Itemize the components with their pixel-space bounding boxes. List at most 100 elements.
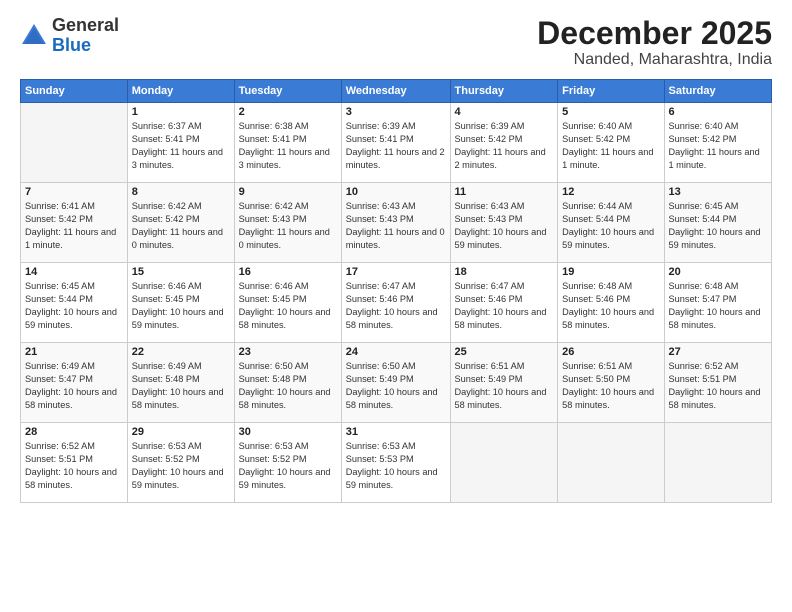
day-number: 3 (346, 106, 446, 118)
day-detail: Sunrise: 6:51 AMSunset: 5:50 PMDaylight:… (562, 360, 659, 412)
calendar-cell: 14 Sunrise: 6:45 AMSunset: 5:44 PMDaylig… (21, 263, 128, 343)
day-number: 5 (562, 106, 659, 118)
day-number: 28 (25, 426, 123, 438)
calendar-cell: 1 Sunrise: 6:37 AMSunset: 5:41 PMDayligh… (127, 103, 234, 183)
calendar-page: General Blue December 2025 Nanded, Mahar… (0, 0, 792, 612)
day-number: 18 (455, 266, 554, 278)
calendar-cell: 20 Sunrise: 6:48 AMSunset: 5:47 PMDaylig… (664, 263, 772, 343)
day-number: 21 (25, 346, 123, 358)
location-title: Nanded, Maharashtra, India (537, 51, 772, 69)
calendar-cell: 11 Sunrise: 6:43 AMSunset: 5:43 PMDaylig… (450, 183, 558, 263)
day-detail: Sunrise: 6:52 AMSunset: 5:51 PMDaylight:… (25, 440, 123, 492)
logo: General Blue (20, 16, 119, 56)
calendar-cell: 18 Sunrise: 6:47 AMSunset: 5:46 PMDaylig… (450, 263, 558, 343)
day-detail: Sunrise: 6:42 AMSunset: 5:42 PMDaylight:… (132, 200, 230, 252)
calendar-cell: 25 Sunrise: 6:51 AMSunset: 5:49 PMDaylig… (450, 343, 558, 423)
day-number: 14 (25, 266, 123, 278)
day-number: 17 (346, 266, 446, 278)
day-number: 27 (669, 346, 768, 358)
calendar-cell: 10 Sunrise: 6:43 AMSunset: 5:43 PMDaylig… (341, 183, 450, 263)
header-saturday: Saturday (664, 80, 772, 103)
calendar-cell: 7 Sunrise: 6:41 AMSunset: 5:42 PMDayligh… (21, 183, 128, 263)
calendar-week-1: 7 Sunrise: 6:41 AMSunset: 5:42 PMDayligh… (21, 183, 772, 263)
day-detail: Sunrise: 6:40 AMSunset: 5:42 PMDaylight:… (669, 120, 768, 172)
calendar-cell (21, 103, 128, 183)
calendar-cell (664, 423, 772, 503)
day-detail: Sunrise: 6:47 AMSunset: 5:46 PMDaylight:… (346, 280, 446, 332)
day-number: 19 (562, 266, 659, 278)
day-detail: Sunrise: 6:53 AMSunset: 5:53 PMDaylight:… (346, 440, 446, 492)
calendar-cell: 19 Sunrise: 6:48 AMSunset: 5:46 PMDaylig… (558, 263, 664, 343)
header: General Blue December 2025 Nanded, Mahar… (20, 16, 772, 69)
calendar-cell: 21 Sunrise: 6:49 AMSunset: 5:47 PMDaylig… (21, 343, 128, 423)
day-detail: Sunrise: 6:46 AMSunset: 5:45 PMDaylight:… (239, 280, 337, 332)
day-detail: Sunrise: 6:44 AMSunset: 5:44 PMDaylight:… (562, 200, 659, 252)
logo-blue-text: Blue (52, 35, 91, 55)
calendar-cell: 26 Sunrise: 6:51 AMSunset: 5:50 PMDaylig… (558, 343, 664, 423)
calendar-cell: 23 Sunrise: 6:50 AMSunset: 5:48 PMDaylig… (234, 343, 341, 423)
day-number: 11 (455, 186, 554, 198)
day-detail: Sunrise: 6:43 AMSunset: 5:43 PMDaylight:… (346, 200, 446, 252)
month-title: December 2025 (537, 16, 772, 51)
day-detail: Sunrise: 6:53 AMSunset: 5:52 PMDaylight:… (132, 440, 230, 492)
calendar-cell: 15 Sunrise: 6:46 AMSunset: 5:45 PMDaylig… (127, 263, 234, 343)
day-detail: Sunrise: 6:43 AMSunset: 5:43 PMDaylight:… (455, 200, 554, 252)
header-tuesday: Tuesday (234, 80, 341, 103)
calendar-cell: 22 Sunrise: 6:49 AMSunset: 5:48 PMDaylig… (127, 343, 234, 423)
title-block: December 2025 Nanded, Maharashtra, India (537, 16, 772, 69)
day-detail: Sunrise: 6:49 AMSunset: 5:47 PMDaylight:… (25, 360, 123, 412)
day-number: 4 (455, 106, 554, 118)
day-detail: Sunrise: 6:39 AMSunset: 5:41 PMDaylight:… (346, 120, 446, 172)
day-detail: Sunrise: 6:52 AMSunset: 5:51 PMDaylight:… (669, 360, 768, 412)
day-detail: Sunrise: 6:37 AMSunset: 5:41 PMDaylight:… (132, 120, 230, 172)
logo-general-text: General (52, 15, 119, 35)
header-friday: Friday (558, 80, 664, 103)
day-number: 22 (132, 346, 230, 358)
day-number: 15 (132, 266, 230, 278)
day-number: 9 (239, 186, 337, 198)
day-detail: Sunrise: 6:50 AMSunset: 5:48 PMDaylight:… (239, 360, 337, 412)
day-number: 10 (346, 186, 446, 198)
calendar-cell: 17 Sunrise: 6:47 AMSunset: 5:46 PMDaylig… (341, 263, 450, 343)
calendar-cell (558, 423, 664, 503)
calendar-week-4: 28 Sunrise: 6:52 AMSunset: 5:51 PMDaylig… (21, 423, 772, 503)
calendar-week-0: 1 Sunrise: 6:37 AMSunset: 5:41 PMDayligh… (21, 103, 772, 183)
day-number: 16 (239, 266, 337, 278)
day-number: 30 (239, 426, 337, 438)
day-detail: Sunrise: 6:41 AMSunset: 5:42 PMDaylight:… (25, 200, 123, 252)
day-detail: Sunrise: 6:48 AMSunset: 5:47 PMDaylight:… (669, 280, 768, 332)
calendar-cell: 28 Sunrise: 6:52 AMSunset: 5:51 PMDaylig… (21, 423, 128, 503)
calendar-cell: 8 Sunrise: 6:42 AMSunset: 5:42 PMDayligh… (127, 183, 234, 263)
calendar-cell: 3 Sunrise: 6:39 AMSunset: 5:41 PMDayligh… (341, 103, 450, 183)
calendar-cell: 13 Sunrise: 6:45 AMSunset: 5:44 PMDaylig… (664, 183, 772, 263)
day-detail: Sunrise: 6:42 AMSunset: 5:43 PMDaylight:… (239, 200, 337, 252)
calendar-cell: 24 Sunrise: 6:50 AMSunset: 5:49 PMDaylig… (341, 343, 450, 423)
calendar-cell (450, 423, 558, 503)
calendar-cell: 9 Sunrise: 6:42 AMSunset: 5:43 PMDayligh… (234, 183, 341, 263)
calendar-week-2: 14 Sunrise: 6:45 AMSunset: 5:44 PMDaylig… (21, 263, 772, 343)
calendar-week-3: 21 Sunrise: 6:49 AMSunset: 5:47 PMDaylig… (21, 343, 772, 423)
calendar-table: Sunday Monday Tuesday Wednesday Thursday… (20, 79, 772, 503)
day-number: 6 (669, 106, 768, 118)
day-number: 31 (346, 426, 446, 438)
day-detail: Sunrise: 6:45 AMSunset: 5:44 PMDaylight:… (25, 280, 123, 332)
day-detail: Sunrise: 6:47 AMSunset: 5:46 PMDaylight:… (455, 280, 554, 332)
header-row: Sunday Monday Tuesday Wednesday Thursday… (21, 80, 772, 103)
calendar-cell: 12 Sunrise: 6:44 AMSunset: 5:44 PMDaylig… (558, 183, 664, 263)
day-number: 24 (346, 346, 446, 358)
calendar-cell: 31 Sunrise: 6:53 AMSunset: 5:53 PMDaylig… (341, 423, 450, 503)
day-number: 29 (132, 426, 230, 438)
calendar-cell: 6 Sunrise: 6:40 AMSunset: 5:42 PMDayligh… (664, 103, 772, 183)
day-detail: Sunrise: 6:53 AMSunset: 5:52 PMDaylight:… (239, 440, 337, 492)
day-number: 1 (132, 106, 230, 118)
header-sunday: Sunday (21, 80, 128, 103)
day-number: 2 (239, 106, 337, 118)
day-detail: Sunrise: 6:49 AMSunset: 5:48 PMDaylight:… (132, 360, 230, 412)
calendar-cell: 30 Sunrise: 6:53 AMSunset: 5:52 PMDaylig… (234, 423, 341, 503)
day-number: 12 (562, 186, 659, 198)
day-number: 26 (562, 346, 659, 358)
day-detail: Sunrise: 6:51 AMSunset: 5:49 PMDaylight:… (455, 360, 554, 412)
calendar-cell: 2 Sunrise: 6:38 AMSunset: 5:41 PMDayligh… (234, 103, 341, 183)
day-number: 20 (669, 266, 768, 278)
day-detail: Sunrise: 6:48 AMSunset: 5:46 PMDaylight:… (562, 280, 659, 332)
